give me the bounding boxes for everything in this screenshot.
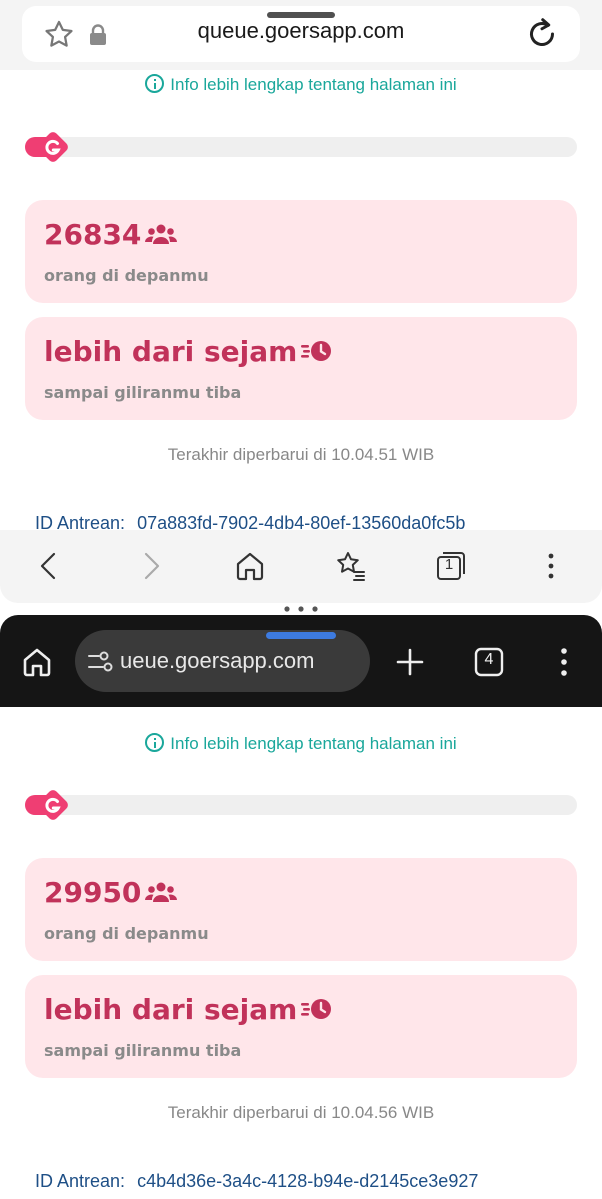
people-group-icon bbox=[145, 224, 178, 244]
queue-progress-bar bbox=[25, 795, 577, 815]
bookmarks-icon[interactable] bbox=[332, 548, 368, 584]
people-ahead-card: 29950 orang di depanmu bbox=[25, 858, 577, 961]
queue-id: ID Antrean: c4b4d36e-3a4c-4128-b94e-d2145… bbox=[35, 1171, 478, 1192]
wait-time-value: lebih dari sejam bbox=[44, 993, 298, 1026]
queue-id-label: ID Antrean: bbox=[35, 1171, 126, 1191]
tab-count[interactable]: 4 bbox=[476, 651, 502, 669]
fast-clock-icon bbox=[301, 341, 332, 361]
wait-time-label: sampai giliranmu tiba bbox=[44, 383, 242, 402]
reload-icon[interactable] bbox=[524, 16, 560, 52]
people-ahead-count: 26834 bbox=[44, 218, 142, 251]
home-icon[interactable] bbox=[232, 548, 268, 584]
more-icon[interactable] bbox=[547, 645, 581, 679]
wait-time-row: lebih dari sejam bbox=[44, 993, 333, 1026]
people-group-icon bbox=[145, 882, 178, 902]
new-tab-icon[interactable] bbox=[393, 645, 427, 679]
people-ahead-count-row: 29950 bbox=[44, 876, 178, 909]
wait-time-card: lebih dari sejam sampai giliranmu tiba bbox=[25, 975, 577, 1078]
wait-time-card: lebih dari sejam sampai giliranmu tiba bbox=[25, 317, 577, 420]
top-url-text[interactable]: queue.goersapp.com bbox=[0, 18, 602, 44]
wait-time-label: sampai giliranmu tiba bbox=[44, 1041, 242, 1060]
top-bottom-nav-bar: 1 bbox=[0, 530, 602, 603]
people-ahead-label: orang di depanmu bbox=[44, 266, 209, 285]
people-ahead-count-row: 26834 bbox=[44, 218, 178, 251]
wait-time-row: lebih dari sejam bbox=[44, 335, 333, 368]
fast-clock-icon bbox=[301, 999, 332, 1019]
last-updated-text: Terakhir diperbarui di 10.04.51 WIB bbox=[167, 445, 435, 464]
queue-id-value: c4b4d36e-3a4c-4128-b94e-d2145ce3e927 bbox=[137, 1171, 479, 1191]
more-icon[interactable] bbox=[533, 548, 569, 584]
page-info-text[interactable]: Info lebih lengkap tentang halaman ini bbox=[170, 734, 456, 753]
site-settings-icon[interactable] bbox=[87, 648, 115, 674]
people-ahead-count: 29950 bbox=[44, 876, 142, 909]
home-icon[interactable] bbox=[20, 645, 54, 679]
top-browser-window: queue.goersapp.com Info lebih lengkap te… bbox=[0, 0, 602, 603]
page-info-text[interactable]: Info lebih lengkap tentang halaman ini bbox=[170, 75, 456, 94]
people-ahead-label: orang di depanmu bbox=[44, 924, 209, 943]
window-drag-handle-accent[interactable] bbox=[266, 632, 336, 639]
bottom-url-text[interactable]: ueue.goersapp.com bbox=[120, 648, 314, 674]
queue-progress-bar bbox=[25, 137, 577, 157]
back-icon[interactable] bbox=[30, 548, 66, 584]
last-updated-text: Terakhir diperbarui di 10.04.56 WIB bbox=[167, 1103, 435, 1122]
people-ahead-card: 26834 orang di depanmu bbox=[25, 200, 577, 303]
info-icon bbox=[145, 733, 165, 752]
goers-logo-badge-icon bbox=[38, 132, 68, 162]
info-icon bbox=[145, 74, 165, 93]
wait-time-value: lebih dari sejam bbox=[44, 335, 298, 368]
goers-logo-badge-icon bbox=[38, 790, 68, 820]
split-divider-handle-icon[interactable] bbox=[280, 604, 322, 614]
page-info-link[interactable]: Info lebih lengkap tentang halaman ini bbox=[0, 733, 602, 754]
tab-count[interactable]: 1 bbox=[438, 556, 460, 573]
page-info-link[interactable]: Info lebih lengkap tentang halaman ini bbox=[0, 74, 602, 95]
forward-icon[interactable] bbox=[134, 548, 170, 584]
